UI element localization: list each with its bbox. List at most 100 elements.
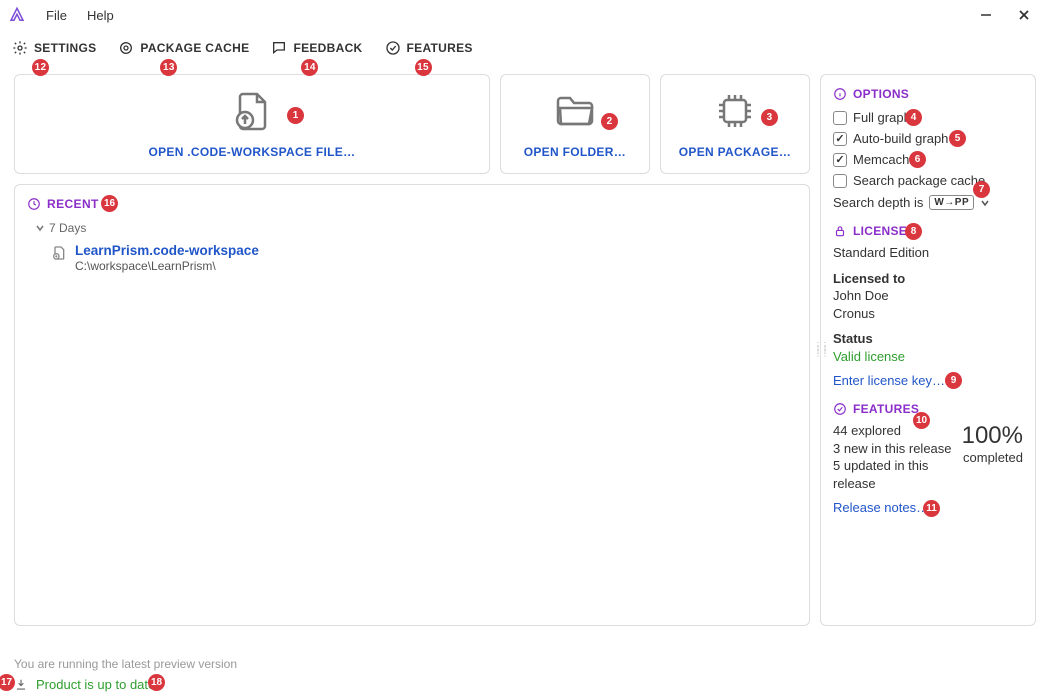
toolbar-features[interactable]: FEATURES 15 xyxy=(385,40,473,56)
folder-icon xyxy=(553,89,597,133)
recent-item-name: LearnPrism.code-workspace xyxy=(75,243,259,258)
open-package-card[interactable]: OPEN PACKAGE… 3 xyxy=(660,74,810,174)
side-panel: ⋮⋮⋮⋮⋮⋮ OPTIONS Full graph 4 Auto-build g… xyxy=(820,74,1036,626)
license-status-label: Status xyxy=(833,330,1023,348)
lock-icon xyxy=(833,224,847,238)
open-workspace-card[interactable]: OPEN .CODE-WORKSPACE FILE… 1 xyxy=(14,74,490,174)
license-title: LICENSE xyxy=(853,224,907,238)
chip-icon xyxy=(713,89,757,133)
check-circle-icon xyxy=(833,402,847,416)
badge-6: 6 xyxy=(909,151,926,168)
footer-preview-text: You are running the latest preview versi… xyxy=(14,657,1036,671)
recent-header: RECENT 16 xyxy=(27,197,797,211)
checkbox-full-graph[interactable] xyxy=(833,111,847,125)
toolbar-settings[interactable]: SETTINGS 12 xyxy=(12,40,96,56)
badge-1: 1 xyxy=(287,107,304,124)
license-licensed-to-label: Licensed to xyxy=(833,270,1023,288)
features-explored: 44 explored xyxy=(833,422,954,440)
option-search-pkg-cache-label: Search package cache xyxy=(853,173,985,188)
badge-15: 15 xyxy=(415,59,432,76)
features-new: 3 new in this release xyxy=(833,440,954,458)
features-stats: 44 explored 3 new in this release 5 upda… xyxy=(833,422,954,492)
open-workspace-label: OPEN .CODE-WORKSPACE FILE… xyxy=(148,145,355,159)
release-notes-label: Release notes… xyxy=(833,500,929,515)
option-memcache-label: Memcache xyxy=(853,152,917,167)
badge-17: 17 xyxy=(0,674,15,691)
badge-7: 7 xyxy=(973,181,990,198)
license-block: Standard Edition Licensed to John Doe Cr… xyxy=(833,244,1023,365)
license-edition: Standard Edition xyxy=(833,244,1023,262)
release-notes-link[interactable]: Release notes… 11 xyxy=(833,500,1023,515)
features-percent: 100% xyxy=(962,422,1023,450)
search-depth-prefix: Search depth is xyxy=(833,195,923,210)
check-circle-icon xyxy=(385,40,401,56)
option-memcache[interactable]: Memcache 6 xyxy=(833,152,1023,167)
checkbox-memcache[interactable] xyxy=(833,153,847,167)
toolbar: SETTINGS 12 PACKAGE CACHE 13 FEEDBACK 14… xyxy=(0,30,1050,66)
clock-icon xyxy=(27,197,41,211)
features-title: FEATURES xyxy=(853,402,919,416)
package-icon xyxy=(118,40,134,56)
recent-group-label: 7 Days xyxy=(49,221,86,235)
recent-item[interactable]: LearnPrism.code-workspace C:\workspace\L… xyxy=(51,241,797,275)
close-button[interactable] xyxy=(1014,5,1034,25)
open-folder-card[interactable]: OPEN FOLDER… 2 xyxy=(500,74,650,174)
badge-5: 5 xyxy=(949,130,966,147)
features-updated: 5 updated in this release xyxy=(833,457,954,492)
toolbar-feedback[interactable]: FEEDBACK 14 xyxy=(271,40,362,56)
badge-8: 8 xyxy=(905,223,922,240)
features-row: 44 explored 3 new in this release 5 upda… xyxy=(833,422,1023,492)
toolbar-feedback-label: FEEDBACK xyxy=(293,41,362,55)
toolbar-settings-label: SETTINGS xyxy=(34,41,96,55)
search-depth-value: W→PP xyxy=(929,195,974,210)
info-icon xyxy=(833,87,847,101)
features-header: FEATURES 10 xyxy=(833,402,1023,416)
options-header: OPTIONS xyxy=(833,87,1023,101)
badge-16: 16 xyxy=(101,195,118,212)
option-full-graph[interactable]: Full graph 4 xyxy=(833,110,1023,125)
update-icon xyxy=(14,678,28,692)
badge-9: 9 xyxy=(945,372,962,389)
feedback-icon xyxy=(271,40,287,56)
menu-file[interactable]: File xyxy=(36,4,77,27)
resize-handle-icon[interactable]: ⋮⋮⋮⋮⋮⋮ xyxy=(814,344,828,356)
window-controls xyxy=(976,5,1042,25)
features-percent-block: 100% completed xyxy=(962,422,1023,465)
toolbar-package-cache[interactable]: PACKAGE CACHE 13 xyxy=(118,40,249,56)
features-completed: completed xyxy=(962,450,1023,465)
footer: You are running the latest preview versi… xyxy=(14,657,1036,692)
recent-panel: RECENT 16 7 Days LearnPrism.code-workspa… xyxy=(14,184,810,626)
main-area: OPEN .CODE-WORKSPACE FILE… 1 OPEN FOLDER… xyxy=(0,66,1050,626)
option-search-pkg-cache[interactable]: Search package cache xyxy=(833,173,1023,188)
enter-license-key-label: Enter license key… xyxy=(833,373,945,388)
left-column: OPEN .CODE-WORKSPACE FILE… 1 OPEN FOLDER… xyxy=(14,74,810,626)
license-status-value: Valid license xyxy=(833,348,1023,366)
options-title: OPTIONS xyxy=(853,87,909,101)
chevron-down-icon xyxy=(980,198,990,208)
badge-2: 2 xyxy=(601,113,618,130)
chevron-down-icon xyxy=(35,223,45,233)
badge-3: 3 xyxy=(761,109,778,126)
recent-item-path: C:\workspace\LearnPrism\ xyxy=(75,259,259,273)
license-header: LICENSE 8 xyxy=(833,224,1023,238)
recent-item-text: LearnPrism.code-workspace C:\workspace\L… xyxy=(75,243,259,273)
license-company: Cronus xyxy=(833,305,1023,323)
open-folder-label: OPEN FOLDER… xyxy=(524,145,626,159)
gear-icon xyxy=(12,40,28,56)
option-auto-build[interactable]: Auto-build graph 5 xyxy=(833,131,1023,146)
title-bar: File Help xyxy=(0,0,1050,30)
toolbar-features-label: FEATURES xyxy=(407,41,473,55)
cards-row: OPEN .CODE-WORKSPACE FILE… 1 OPEN FOLDER… xyxy=(14,74,810,174)
checkbox-auto-build[interactable] xyxy=(833,132,847,146)
app-logo-icon xyxy=(8,6,26,24)
minimize-button[interactable] xyxy=(976,5,996,25)
workspace-file-icon xyxy=(51,245,67,261)
checkbox-search-pkg-cache[interactable] xyxy=(833,174,847,188)
enter-license-key-link[interactable]: Enter license key… 9 xyxy=(833,373,1023,388)
badge-11: 11 xyxy=(923,500,940,517)
menu-help[interactable]: Help xyxy=(77,4,124,27)
search-depth-row[interactable]: Search depth is W→PP 7 xyxy=(833,195,1023,210)
license-name: John Doe xyxy=(833,287,1023,305)
footer-status-text: Product is up to date xyxy=(36,677,155,692)
recent-group[interactable]: 7 Days xyxy=(35,221,797,235)
